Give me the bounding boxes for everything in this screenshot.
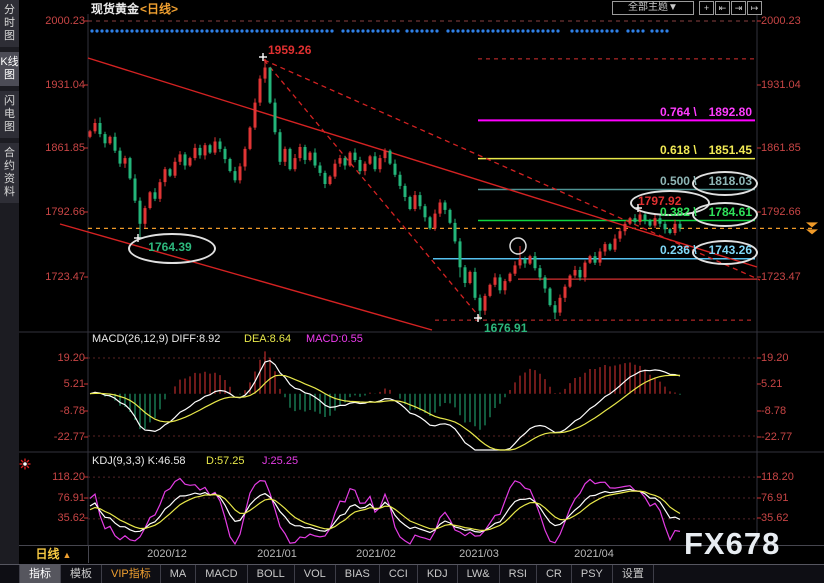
y-axis-label: 1723.47: [45, 271, 85, 283]
macd-axis-label: -22.77: [761, 431, 793, 443]
indicator-toolbar: 指标 模板 VIP指标 MA MACD BOLL VOL BIAS CCI KDJ LW& RSI CR…: [0, 564, 824, 583]
macd-axis-label: 5.21: [761, 378, 783, 390]
fib-level-0236: 0.236 \ 1743.26: [659, 243, 752, 257]
toolbar-spacer: [0, 565, 20, 583]
fib-level-0618: 0.618 \ 1851.45: [659, 143, 752, 157]
period-selector[interactable]: 日线 ▲: [19, 546, 89, 563]
y-axis-label: 1861.85: [45, 142, 85, 154]
kdj-axis-label: 76.91: [57, 492, 85, 504]
chart-graphics: [19, 14, 824, 550]
apr-high-label: 1797.92: [638, 194, 682, 208]
tab-PSY[interactable]: PSY: [572, 565, 613, 583]
x-axis-label: 2021/04: [574, 548, 614, 560]
compress-right-icon[interactable]: ⇥: [731, 1, 746, 15]
tab-VIP指标[interactable]: VIP指标: [102, 565, 161, 583]
macd-axis-label: 19.20: [761, 352, 789, 364]
peak-price-label: 1959.26: [268, 43, 312, 57]
x-axis-label: 2021/03: [459, 548, 499, 560]
sidebar-item-分时图[interactable]: 分时图: [0, 0, 19, 47]
tab-RSI[interactable]: RSI: [500, 565, 537, 583]
kdj-header: KDJ(9,3,3) K:46.58: [92, 455, 186, 467]
macd-axis-label: -22.77: [53, 431, 85, 443]
nov-low-label: 1764.39: [148, 240, 192, 254]
y-axis-label: 1861.85: [761, 142, 801, 154]
tab-设置[interactable]: 设置: [613, 565, 654, 583]
kdj-axis-label: 76.91: [761, 492, 789, 504]
fib-level-0500: 0.500 \ 1818.03: [659, 174, 752, 188]
theme-dropdown[interactable]: 全部主题▼: [612, 1, 694, 15]
macd-macd-value: MACD:0.55: [306, 333, 363, 345]
y-axis-label: 1792.66: [761, 206, 801, 218]
kdj-axis-label: 35.62: [57, 512, 85, 524]
tab-BIAS[interactable]: BIAS: [336, 565, 380, 583]
y-axis-label: 1931.04: [45, 79, 85, 91]
kdj-axis-label: 118.20: [52, 471, 85, 483]
watermark: FX678: [684, 526, 781, 561]
kdj-d-value: D:57.25: [206, 455, 245, 467]
macd-axis-label: 5.21: [63, 378, 85, 390]
period-arrow-icon: ▲: [62, 550, 72, 560]
kdj-j-value: J:25.25: [262, 455, 299, 467]
sidebar-item-K线图[interactable]: K线图: [0, 52, 19, 86]
x-axis-label: 2021/01: [257, 548, 297, 560]
macd-axis-label: 19.20: [57, 352, 85, 364]
period-tag: <日线>: [140, 2, 179, 16]
fib-level-0764: 0.764 \ 1892.80: [659, 105, 752, 119]
sidebar-item-合约资料[interactable]: 合约资料: [0, 143, 19, 203]
macd-header: MACD(26,12,9) DIFF:8.92: [92, 333, 221, 345]
sidebar-item-闪电图[interactable]: 闪电图: [0, 91, 19, 138]
y-axis-label: 1931.04: [761, 79, 801, 91]
y-axis-label: 2000.23: [45, 15, 85, 27]
sidebar: 分时图 K线图闪电图合约资料: [0, 0, 19, 564]
kdj-axis-label: 35.62: [761, 512, 789, 524]
mar-low-label: 1676.91: [484, 321, 528, 335]
tab-MA[interactable]: MA: [161, 565, 197, 583]
chart-title: 现货黄金<日线>: [91, 0, 178, 17]
kdj-axis-label: 118.20: [761, 471, 794, 483]
crosshair-icon[interactable]: +: [699, 1, 714, 15]
tab-KDJ[interactable]: KDJ: [418, 565, 458, 583]
x-axis-label: 2021/02: [356, 548, 396, 560]
macd-axis-label: -8.78: [761, 405, 787, 417]
y-axis-label: 1723.47: [761, 271, 801, 283]
tab-LW&[interactable]: LW&: [458, 565, 500, 583]
tab-CR[interactable]: CR: [537, 565, 572, 583]
symbol-name: 现货黄金: [91, 2, 140, 16]
y-axis-label: 1792.66: [45, 206, 85, 218]
tab-BOLL[interactable]: BOLL: [248, 565, 295, 583]
y-axis-label: 2000.23: [761, 15, 801, 27]
compress-left-icon[interactable]: ⇤: [715, 1, 730, 15]
shift-right-icon[interactable]: ↦: [747, 1, 762, 15]
x-axis-label: 2020/12: [147, 548, 187, 560]
chart-canvas[interactable]: [0, 0, 824, 583]
macd-axis-label: -8.78: [59, 405, 85, 417]
app-window: 分时图 K线图闪电图合约资料 现货黄金<日线> 全部主题▼ + ⇤ ⇥ ↦ 200…: [0, 0, 824, 583]
period-label: 日线: [35, 547, 60, 561]
tab-指标[interactable]: 指标: [20, 565, 61, 583]
tab-CCI[interactable]: CCI: [380, 565, 418, 583]
tab-VOL[interactable]: VOL: [295, 565, 336, 583]
macd-dea-value: DEA:8.64: [244, 333, 292, 345]
tab-模板[interactable]: 模板: [61, 565, 102, 583]
tab-MACD[interactable]: MACD: [196, 565, 248, 583]
